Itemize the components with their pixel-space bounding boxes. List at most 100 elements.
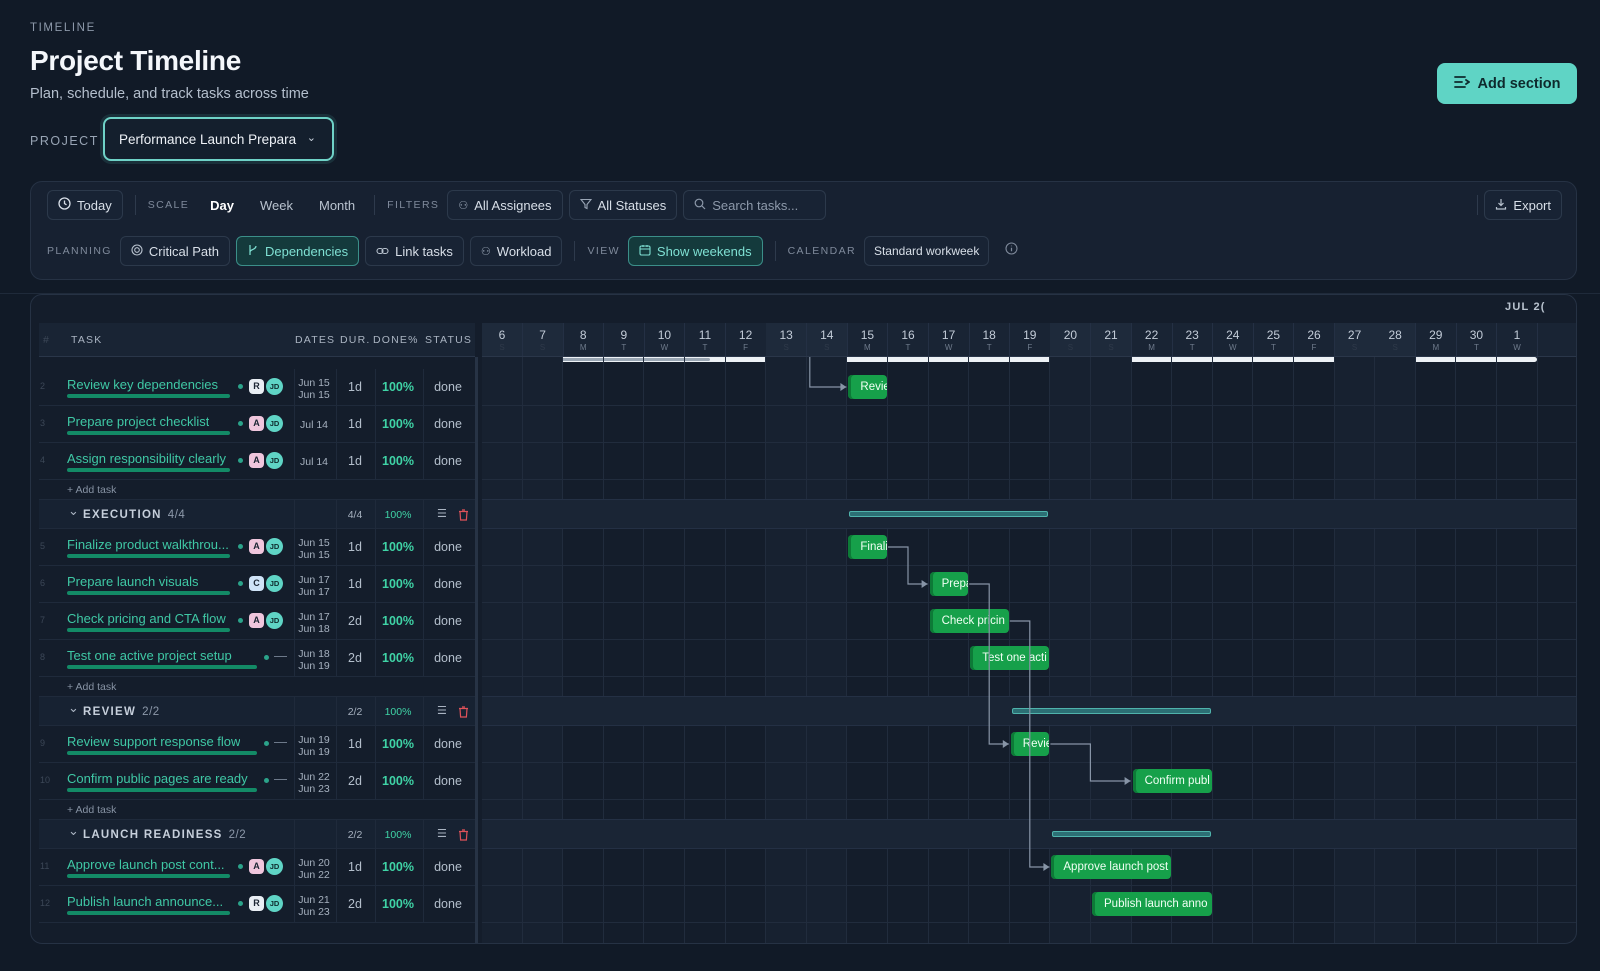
task-status[interactable]: done <box>424 417 472 431</box>
task-bar[interactable]: Confirm publ <box>1132 769 1212 793</box>
dependencies-button[interactable]: Dependencies <box>235 236 360 266</box>
critical-path-button[interactable]: Critical Path <box>119 236 230 266</box>
task-status[interactable]: done <box>424 454 472 468</box>
task-name[interactable]: Prepare launch visuals <box>67 574 199 589</box>
task-name[interactable]: Approve launch post cont... <box>67 857 225 872</box>
task-name[interactable]: Publish launch announce... <box>67 894 223 909</box>
start-date: Jun 20 <box>298 857 330 869</box>
chevron-down-icon[interactable]: ⌄ <box>68 503 79 519</box>
task-bar[interactable]: Check pricin <box>929 609 1009 633</box>
task-status[interactable]: done <box>424 577 472 591</box>
task-status[interactable]: done <box>424 651 472 665</box>
add-task-button[interactable]: + Add task <box>67 681 116 693</box>
scale-month[interactable]: Month <box>306 190 368 220</box>
workload-button[interactable]: ⚇ Workload <box>469 236 563 266</box>
task-bar[interactable]: Revie <box>848 375 887 399</box>
table-row[interactable]: 2 Review key dependencies R JD Jun 15 Jun 15 1… <box>39 369 475 406</box>
task-name[interactable]: Prepare project checklist <box>67 414 209 429</box>
section-header[interactable]: ⌄ LAUNCH READINESS 2/2 2/2 100% ☰ <box>39 819 475 850</box>
row-number: 11 <box>40 861 50 871</box>
weekday-letter: T <box>1473 343 1479 352</box>
gantt-chart: Revie Finali Prepa Check pricin Test one act… <box>482 357 1576 943</box>
trash-icon[interactable] <box>458 828 469 846</box>
table-gantt-splitter[interactable] <box>475 357 478 943</box>
scale-week[interactable]: Week <box>247 190 306 220</box>
row-number: 7 <box>40 615 46 625</box>
today-button[interactable]: Today <box>47 190 123 220</box>
calendar-select[interactable]: Standard workweek <box>863 236 990 266</box>
col-dates[interactable]: DATES <box>295 323 335 357</box>
day-column <box>1213 357 1254 943</box>
task-bar[interactable]: Test one acti <box>970 646 1050 670</box>
table-row[interactable]: 9 Review support response flow — Jun 19 Jun … <box>39 726 475 763</box>
task-status[interactable]: done <box>424 540 472 554</box>
chevron-down-icon[interactable]: ⌄ <box>68 823 79 839</box>
task-bar[interactable]: Revie <box>1010 732 1050 756</box>
table-row[interactable]: 3 Prepare project checklist A JD Jul 14 1d 100… <box>39 406 475 443</box>
task-bar[interactable]: Prepa <box>929 572 969 596</box>
task-name[interactable]: Assign responsibility clearly <box>67 451 226 466</box>
task-status[interactable]: done <box>424 737 472 751</box>
link-tasks-button[interactable]: Link tasks <box>365 236 464 266</box>
show-weekends-button[interactable]: Show weekends <box>627 236 763 266</box>
table-row[interactable]: 5 Finalize product walkthrou... A JD Jun 15 J… <box>39 529 475 566</box>
task-name[interactable]: Check pricing and CTA flow <box>67 611 226 626</box>
section-header[interactable]: ⌄ REVIEW 2/2 2/2 100% ☰ <box>39 696 475 727</box>
task-name[interactable]: Finalize product walkthrou... <box>67 537 229 552</box>
col-done[interactable]: DONE% <box>373 323 419 357</box>
info-icon[interactable] <box>1005 242 1018 260</box>
workload-label: Workload <box>496 243 552 259</box>
task-name[interactable]: Review key dependencies <box>67 377 218 392</box>
list-icon[interactable]: ☰ <box>437 507 447 520</box>
task-status[interactable]: done <box>424 897 472 911</box>
trash-icon[interactable] <box>458 705 469 723</box>
scale-day[interactable]: Day <box>197 190 247 220</box>
task-name[interactable]: Test one active project setup <box>67 648 232 663</box>
day-header: 30 T <box>1456 323 1498 356</box>
day-header: 26 F <box>1294 323 1335 356</box>
table-row[interactable]: 12 Publish launch announce... R JD Jun 21 Jun… <box>39 886 475 923</box>
task-name[interactable]: Review support response flow <box>67 734 240 749</box>
task-name[interactable]: Confirm public pages are ready <box>67 771 248 786</box>
col-duration[interactable]: DUR. <box>340 323 370 357</box>
task-status[interactable]: done <box>424 774 472 788</box>
chevron-down-icon[interactable]: ⌄ <box>68 700 79 716</box>
project-select[interactable]: Performance Launch Prepara ⌄ <box>103 117 334 161</box>
search-input[interactable]: Search tasks... <box>683 190 827 220</box>
section-header[interactable]: ⌄ EXECUTION 4/4 4/4 100% ☰ <box>39 499 475 530</box>
status-dot <box>238 864 243 869</box>
view-label: VIEW <box>587 245 620 257</box>
assignees-filter[interactable]: ⚇ All Assignees <box>447 190 563 220</box>
table-row[interactable]: 7 Check pricing and CTA flow A JD Jun 17 Jun … <box>39 603 475 640</box>
add-task-button[interactable]: + Add task <box>67 484 116 496</box>
end-date: Jun 15 <box>298 389 330 401</box>
table-row[interactable]: 6 Prepare launch visuals C JD Jun 17 Jun 17 1d… <box>39 566 475 603</box>
progress-bar <box>67 394 230 398</box>
task-bar[interactable]: Approve launch post <box>1051 855 1172 879</box>
add-task-button[interactable]: + Add task <box>67 804 116 816</box>
task-bar[interactable]: Finali <box>848 535 887 559</box>
task-status[interactable]: done <box>424 860 472 874</box>
day-header: 6S <box>482 323 523 356</box>
list-icon[interactable]: ☰ <box>437 704 447 717</box>
task-status[interactable]: done <box>424 614 472 628</box>
table-row[interactable]: 10 Confirm public pages are ready — Jun 22 J… <box>39 763 475 800</box>
task-duration: 1d <box>348 577 362 591</box>
table-row[interactable]: 8 Test one active project setup — Jun 18 Jun… <box>39 640 475 677</box>
task-dates: Jun 21 Jun 23 <box>294 894 334 918</box>
status-dot <box>238 581 243 586</box>
add-section-button[interactable]: Add section <box>1437 63 1577 104</box>
export-button[interactable]: Export <box>1484 190 1562 220</box>
table-row[interactable]: 11 Approve launch post cont... A JD Jun 20 Ju… <box>39 849 475 886</box>
list-icon[interactable]: ☰ <box>437 827 447 840</box>
col-status[interactable]: STATUS <box>425 323 472 357</box>
table-row[interactable]: 4 Assign responsibility clearly A JD Jul 14 1… <box>39 443 475 480</box>
task-bar[interactable]: Publish launch anno <box>1092 892 1212 916</box>
trash-icon[interactable] <box>458 508 469 526</box>
weekday-letter: T <box>1270 343 1276 352</box>
task-status[interactable]: done <box>424 380 472 394</box>
col-task[interactable]: TASK <box>71 323 102 357</box>
statuses-filter[interactable]: All Statuses <box>568 190 678 220</box>
task-done-percent: 100% <box>382 651 414 665</box>
start-date: Jun 15 <box>298 377 330 389</box>
